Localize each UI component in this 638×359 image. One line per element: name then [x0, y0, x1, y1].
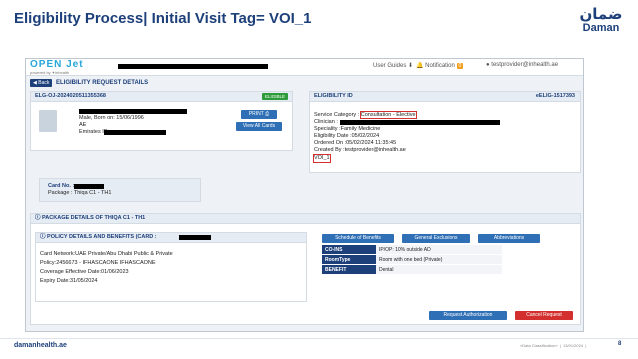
- footer-date: 13/01/2024: [563, 343, 584, 348]
- package-title: PACKAGE DETAILS OF THIQA C1 - TH1: [42, 215, 146, 221]
- logo-english: Daman: [582, 22, 620, 34]
- eligibility-panel: ELIGIBILITY ID eELIG-1517393 Service Cat…: [309, 91, 581, 173]
- print-label: PRINT: [248, 111, 264, 117]
- patient-nationality: AE: [79, 122, 87, 128]
- page-header: ◀ Back ELIGIBILITY REQUEST DETAILS: [30, 79, 579, 89]
- created-by: Created By :testprovider@inhealth.ae: [314, 147, 406, 153]
- eligibility-id-value: eELIG-1517393: [535, 93, 575, 99]
- expiry-date: Expiry Date:31/05/2024: [40, 278, 98, 284]
- request-authorization-button[interactable]: Request Authorization: [429, 311, 507, 320]
- footer-class-text: «Data Classification»: [520, 343, 558, 348]
- benefit-key: BENEFIT: [322, 264, 376, 275]
- card-panel: Card No. : Package : Thiqa C1 - TH1: [39, 178, 201, 202]
- page-title: ELIGIBILITY REQUEST DETAILS: [56, 80, 149, 86]
- policy-panel-header: ⓘ POLICY DETAILS AND BENEFITS (CARD :: [36, 233, 306, 243]
- patient-avatar: [39, 110, 57, 132]
- tab-abbreviations[interactable]: Abbreviations: [478, 234, 540, 243]
- redacted-card-no: [74, 184, 104, 189]
- clinician-label: Clinician :: [314, 119, 338, 125]
- printer-icon: ⎙: [265, 111, 270, 117]
- service-category-label: Service Category :: [314, 112, 360, 118]
- table-row: CO-INS IP/OP: 10% outside AD: [322, 245, 502, 255]
- notification-label: Notification: [425, 63, 455, 69]
- user-email: testprovider@inhealth.ae: [491, 62, 559, 68]
- package-panel-header: ⓘ PACKAGE DETAILS OF THIQA C1 - TH1: [31, 214, 580, 224]
- user-guides-label: User Guides: [373, 63, 407, 69]
- benefit-value: Room with one bed (Private): [376, 254, 502, 265]
- benefit-value: IP/OP: 10% outside AD: [376, 245, 502, 255]
- user-guides-link[interactable]: User Guides ⬇: [373, 62, 413, 69]
- footer-divider: [0, 338, 638, 339]
- footer-classification: «Data Classification» | 13/01/2024 |: [520, 343, 587, 348]
- table-row: BENEFIT Dental: [322, 264, 502, 275]
- view-all-cards-button[interactable]: View All Cards: [236, 122, 282, 131]
- cancel-request-button[interactable]: Cancel Request: [515, 311, 573, 320]
- service-category-value: Consultation - Elective: [359, 111, 417, 119]
- slide-title: Eligibility Process| Initial Visit Tag= …: [14, 10, 312, 27]
- card-network: Card Network:UAE Private/Abu Dhabi Publi…: [40, 251, 173, 257]
- tab-schedule-of-benefits[interactable]: Schedule of Benefits: [322, 234, 394, 243]
- ordered-on: Ordered On :05/02/2024 11:35:45: [314, 140, 397, 146]
- app-screenshot: OPEN Jet powered by ✦inhealth User Guide…: [25, 58, 584, 332]
- policy-info-icon: ⓘ: [40, 234, 46, 240]
- patient-gender-dob: Male, Born on: 15/06/1996: [79, 115, 144, 121]
- policy-title: POLICY DETAILS AND BENEFITS (CARD :: [47, 234, 157, 240]
- notification-badge: 0: [456, 63, 464, 69]
- footer-site: damanhealth.ae: [14, 342, 67, 349]
- card-no-label: Card No. :: [48, 183, 75, 189]
- download-icon: ⬇: [408, 63, 414, 69]
- slide-footer: damanhealth.ae «Data Classification» | 1…: [0, 338, 638, 359]
- app-topbar: OPEN Jet powered by ✦inhealth User Guide…: [26, 59, 583, 76]
- eligibility-date: Eligibility Date :05/02/2024: [314, 133, 380, 139]
- openjet-logo-text: OPEN Jet: [30, 59, 84, 70]
- redacted-policy-card: [179, 235, 211, 240]
- redacted-emirates-id: [104, 130, 166, 135]
- info-icon: ⓘ: [35, 215, 41, 221]
- redacted-bar: [118, 64, 268, 69]
- back-label: Back: [38, 80, 50, 86]
- bell-icon: 🔔: [416, 63, 424, 69]
- benefit-key: RoomType: [322, 254, 376, 265]
- back-arrow-icon: ◀: [33, 80, 37, 86]
- tab-general-exclusions[interactable]: General Exclusions: [402, 234, 470, 243]
- notification-link[interactable]: 🔔 Notification 0: [416, 62, 464, 69]
- table-row: RoomType Room with one bed (Private): [322, 254, 502, 265]
- benefits-table: CO-INS IP/OP: 10% outside AD RoomType Room…: [322, 245, 502, 275]
- package-name: Package : Thiqa C1 - TH1: [48, 190, 112, 196]
- patient-panel-header: ELG-OJ-2024020511355368: [31, 92, 292, 102]
- eligibility-id-label: ELIGIBILITY ID: [314, 93, 353, 99]
- user-icon: ●: [486, 62, 490, 68]
- daman-logo: ضمان Daman: [572, 6, 630, 34]
- service-category-row: Service Category : Consultation - Electi…: [314, 111, 417, 119]
- user-menu[interactable]: ● testprovider@inhealth.ae: [486, 62, 558, 68]
- eligible-status-badge: ELIGIBLE: [261, 93, 288, 100]
- logo-arabic: ضمان: [579, 5, 623, 23]
- policy-panel: ⓘ POLICY DETAILS AND BENEFITS (CARD : Ca…: [35, 232, 307, 302]
- redacted-clinician: [340, 120, 500, 125]
- patient-panel: ELG-OJ-2024020511355368 ELIGIBLE Male, B…: [30, 91, 293, 151]
- benefit-key: CO-INS: [322, 245, 376, 255]
- specialty: Speciality :Family Medicine: [314, 126, 381, 132]
- page-number: 8: [618, 341, 622, 347]
- visit-tag: VOI_1: [313, 154, 331, 163]
- openjet-logo-sub: powered by ✦inhealth: [30, 70, 70, 75]
- policy-number: Policy:2456673 - IFHASCAONE IFHASCAONE: [40, 260, 156, 266]
- redacted-name: [79, 109, 187, 114]
- benefit-value: Dental: [376, 264, 502, 275]
- back-button[interactable]: ◀ Back: [30, 79, 53, 87]
- package-panel: ⓘ PACKAGE DETAILS OF THIQA C1 - TH1 ⓘ PO…: [30, 213, 581, 325]
- openjet-logo: OPEN Jet powered by ✦inhealth: [30, 59, 84, 76]
- coverage-date: Coverage Effective Date:01/06/2023: [40, 269, 129, 275]
- request-id: ELG-OJ-2024020511355368: [35, 93, 106, 99]
- print-button[interactable]: PRINT ⎙: [241, 110, 277, 119]
